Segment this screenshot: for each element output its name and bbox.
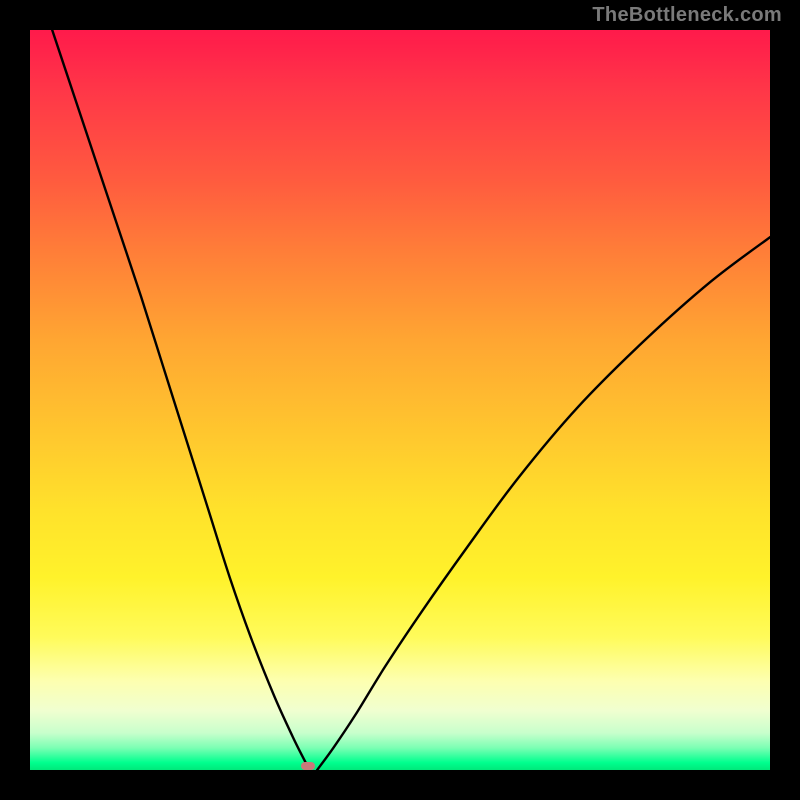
curve-left-branch [52,30,310,770]
chart-frame: TheBottleneck.com [0,0,800,800]
min-marker [301,762,315,770]
watermark-text: TheBottleneck.com [592,4,782,27]
curve-layer [30,30,770,770]
curve-right-branch [317,237,770,770]
plot-area [30,30,770,770]
